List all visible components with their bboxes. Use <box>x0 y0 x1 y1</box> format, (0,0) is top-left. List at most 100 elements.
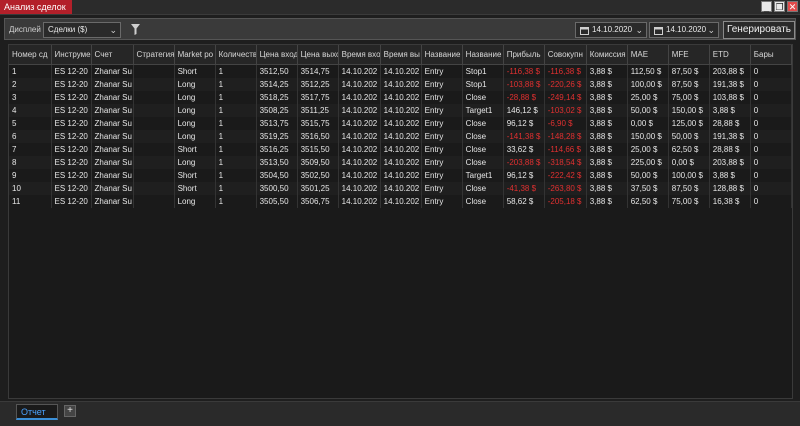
table-cell: Long <box>174 78 216 91</box>
table-row[interactable]: 1 ES 12-20 Zhanar Su Short 1 3512,50 3514,75 14… <box>9 64 793 78</box>
table-row[interactable]: 11 ES 12-20 Zhanar Su Long 1 3505,50 3506,75 14… <box>9 195 793 208</box>
table-cell <box>133 91 175 104</box>
column-header[interactable]: Стратегия <box>133 45 175 65</box>
column-header[interactable]: Комиссия <box>586 45 628 65</box>
table-cell: Short <box>174 169 216 182</box>
table-cell <box>133 64 175 78</box>
table-row[interactable]: 8 ES 12-20 Zhanar Su Long 1 3513,50 3509,50 14.… <box>9 156 793 169</box>
table-row[interactable]: 3 ES 12-20 Zhanar Su Long 1 3518,25 3517,75 14.… <box>9 91 793 104</box>
table-row[interactable]: 5 ES 12-20 Zhanar Su Long 1 3513,75 3515,75 14.… <box>9 117 793 130</box>
table-cell: 14.10.202 <box>338 182 381 195</box>
chevron-down-icon: ⌄ <box>109 25 117 35</box>
column-header[interactable]: Номер сд <box>9 45 52 65</box>
table-cell: 33,62 $ <box>503 143 545 156</box>
table-cell: -205,18 $ <box>544 195 587 208</box>
table-cell: Entry <box>421 130 463 143</box>
table-cell: Close <box>462 91 504 104</box>
column-header[interactable]: Бары <box>750 45 793 65</box>
table-cell: Entry <box>421 182 463 195</box>
table-cell: Close <box>462 117 504 130</box>
table-body: 1 ES 12-20 Zhanar Su Short 1 3512,50 3514,75 14… <box>9 64 793 208</box>
table-cell: -141,38 $ <box>503 130 545 143</box>
date-to-picker[interactable]: 14.10.2020 ⌄ <box>649 22 719 38</box>
table-row[interactable]: 7 ES 12-20 Zhanar Su Short 1 3516,25 3515,50 14… <box>9 143 793 156</box>
table-cell: 96,12 $ <box>503 169 545 182</box>
table-cell: 3,88 $ <box>586 91 628 104</box>
restore-icon[interactable]: ❐ <box>774 1 785 12</box>
table-cell: 3,88 $ <box>586 130 628 143</box>
table-cell: 3518,25 <box>256 91 298 104</box>
table-cell: 2 <box>9 78 52 91</box>
display-select[interactable]: Сделки ($) ⌄ <box>43 22 121 38</box>
table-cell: -148,28 $ <box>544 130 587 143</box>
column-header[interactable]: Market po <box>174 45 216 65</box>
column-header[interactable]: ETD <box>709 45 751 65</box>
tab-report[interactable]: Отчет <box>16 404 58 420</box>
table-cell: 0 <box>750 169 793 182</box>
table-cell: ES 12-20 <box>51 117 92 130</box>
table-cell: Short <box>174 64 216 78</box>
display-select-value: Сделки ($) <box>48 25 88 34</box>
table-cell <box>133 143 175 156</box>
table-cell: 1 <box>215 195 257 208</box>
table-cell: 7 <box>9 143 52 156</box>
generate-button[interactable]: Генерировать <box>723 21 795 39</box>
table-cell: 0 <box>750 91 793 104</box>
table-cell: 3,88 $ <box>586 117 628 130</box>
column-header[interactable]: Счет <box>91 45 134 65</box>
table-cell: Long <box>174 195 216 208</box>
table-row[interactable]: 9 ES 12-20 Zhanar Su Short 1 3504,50 3502,50 14… <box>9 169 793 182</box>
table-cell: 3506,75 <box>297 195 339 208</box>
date-from-picker[interactable]: 14.10.2020 ⌄ <box>575 22 647 38</box>
table-cell: 14.10.202 <box>338 117 381 130</box>
column-header[interactable]: Название <box>421 45 463 65</box>
table-cell: ES 12-20 <box>51 78 92 91</box>
table-cell <box>133 195 175 208</box>
close-icon[interactable]: ✕ <box>787 1 798 12</box>
table-cell: 14.10.202 <box>338 78 381 91</box>
table-cell: 25,00 $ <box>627 143 669 156</box>
column-header[interactable]: Название <box>462 45 504 65</box>
column-header[interactable]: Цена вход <box>256 45 298 65</box>
table-cell: ES 12-20 <box>51 143 92 156</box>
column-header[interactable]: Прибыль <box>503 45 545 65</box>
table-cell: 1 <box>215 64 257 78</box>
table-cell: 125,00 $ <box>668 117 710 130</box>
table-cell: 14.10.202 <box>338 195 381 208</box>
column-header[interactable]: Время вы <box>380 45 422 65</box>
minimize-icon[interactable]: _ <box>761 1 772 12</box>
table-cell: ES 12-20 <box>51 195 92 208</box>
table-cell: 3,88 $ <box>586 143 628 156</box>
column-header[interactable]: MAE <box>627 45 669 65</box>
table-row[interactable]: 6 ES 12-20 Zhanar Su Long 1 3519,25 3516,50 14.… <box>9 130 793 143</box>
table-cell: Short <box>174 182 216 195</box>
column-header[interactable]: Цена выхо <box>297 45 339 65</box>
filter-icon[interactable] <box>131 24 140 35</box>
table-cell: 203,88 $ <box>709 64 751 78</box>
table-cell: -103,88 $ <box>503 78 545 91</box>
table-cell: Long <box>174 104 216 117</box>
column-header[interactable]: MFE <box>668 45 710 65</box>
table-cell: -41,38 $ <box>503 182 545 195</box>
table-cell: Long <box>174 130 216 143</box>
column-header[interactable]: Совокупн <box>544 45 587 65</box>
column-header[interactable]: Инструме <box>51 45 92 65</box>
table-cell: 75,00 $ <box>668 195 710 208</box>
table-cell: 3508,25 <box>256 104 298 117</box>
table-cell: 3519,25 <box>256 130 298 143</box>
table-cell: 28,88 $ <box>709 117 751 130</box>
table-cell: 1 <box>9 64 52 78</box>
table-cell <box>133 78 175 91</box>
table-row[interactable]: 2 ES 12-20 Zhanar Su Long 1 3514,25 3512,25 14.… <box>9 78 793 91</box>
table-cell: 112,50 $ <box>627 64 669 78</box>
column-header[interactable]: Время вхо <box>338 45 381 65</box>
table-cell: -222,42 $ <box>544 169 587 182</box>
table-cell: 3514,75 <box>297 64 339 78</box>
table-row[interactable]: 4 ES 12-20 Zhanar Su Long 1 3508,25 3511,25 14.… <box>9 104 793 117</box>
add-tab-button[interactable]: + <box>64 405 76 417</box>
table-cell: 1 <box>215 143 257 156</box>
table-row[interactable]: 10 ES 12-20 Zhanar Su Short 1 3500,50 3501,25 1… <box>9 182 793 195</box>
table-cell: Entry <box>421 117 463 130</box>
table-cell: 75,00 $ <box>668 91 710 104</box>
column-header[interactable]: Количеств <box>215 45 257 65</box>
